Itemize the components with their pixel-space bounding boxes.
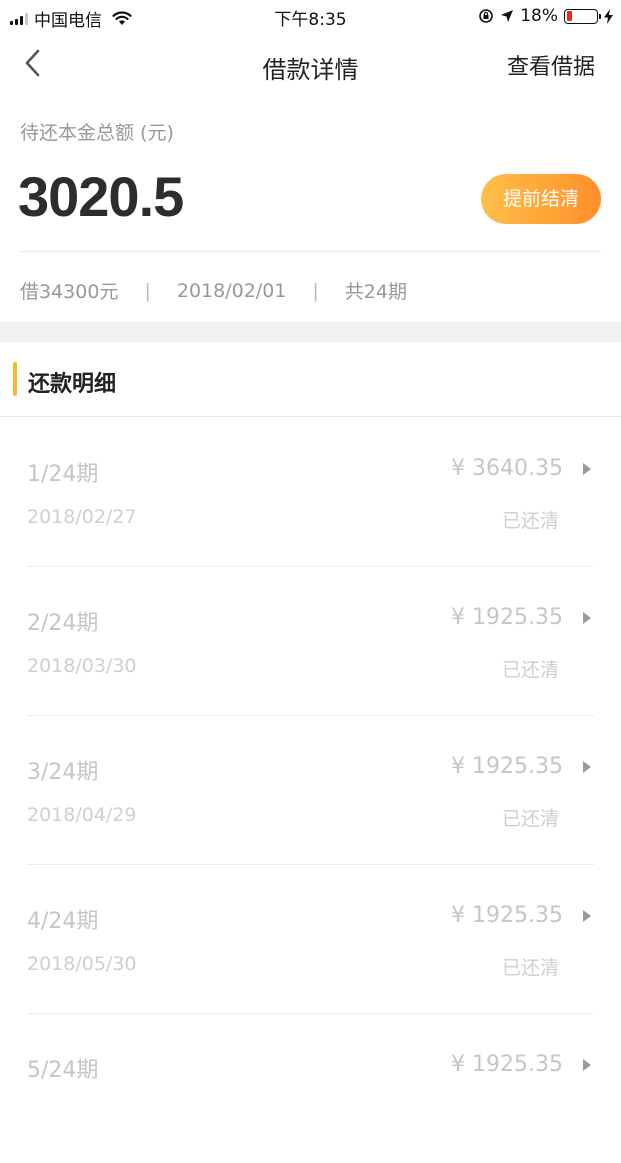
installment-amount: ¥ 1925.35 bbox=[451, 1052, 563, 1077]
installment-list: 1/24期 2018/02/27 ¥ 3640.35 已还清 2/24期 201… bbox=[0, 418, 621, 1163]
location-arrow-icon bbox=[501, 10, 514, 22]
nav-bar: 借款详情 查看借据 bbox=[0, 32, 621, 94]
installment-amount: ¥ 3640.35 bbox=[451, 456, 563, 481]
repayment-section-header: 还款明细 bbox=[0, 342, 621, 417]
meta-separator: | bbox=[144, 279, 151, 302]
installment-date: 2018/04/29 bbox=[27, 804, 137, 826]
installment-period: 2/24期 bbox=[27, 611, 99, 636]
loan-date: 2018/02/01 bbox=[176, 279, 287, 302]
status-bar: 中国电信 下午8:35 18% bbox=[0, 0, 621, 32]
summary-divider bbox=[20, 251, 601, 252]
section-title: 还款明细 bbox=[28, 372, 117, 397]
installment-amount: ¥ 1925.35 bbox=[451, 754, 563, 779]
meta-separator: | bbox=[312, 279, 319, 302]
installment-date: 2018/05/30 bbox=[27, 953, 137, 975]
installment-status: 已还清 bbox=[501, 659, 559, 681]
installment-amount: ¥ 1925.35 bbox=[451, 903, 563, 928]
battery-percent: 18% bbox=[520, 6, 558, 26]
installment-period: 4/24期 bbox=[27, 909, 99, 934]
chevron-right-icon bbox=[583, 1059, 591, 1071]
installment-row[interactable]: 3/24期 2018/04/29 ¥ 1925.35 已还清 bbox=[0, 716, 621, 865]
status-right: 18% bbox=[478, 6, 613, 26]
installment-amount: ¥ 1925.35 bbox=[451, 605, 563, 630]
installment-row[interactable]: 5/24期 ¥ 1925.35 bbox=[0, 1014, 621, 1163]
chevron-right-icon bbox=[583, 910, 591, 922]
charging-bolt-icon bbox=[604, 8, 613, 24]
section-gap bbox=[0, 322, 621, 342]
installment-period: 3/24期 bbox=[27, 760, 99, 785]
loan-meta: 借34300元 | 2018/02/01 | 共24期 bbox=[20, 277, 407, 304]
section-accent-bar bbox=[13, 362, 17, 396]
installment-period: 1/24期 bbox=[27, 462, 99, 487]
installment-row[interactable]: 2/24期 2018/03/30 ¥ 1925.35 已还清 bbox=[0, 567, 621, 716]
installment-status: 已还清 bbox=[501, 808, 559, 830]
outstanding-principal-amount: 3020.5 bbox=[18, 165, 184, 228]
chevron-right-icon bbox=[583, 463, 591, 475]
loan-amount: 借34300元 bbox=[20, 281, 119, 303]
battery-icon bbox=[564, 8, 601, 24]
loan-periods: 共24期 bbox=[344, 281, 407, 303]
installment-status: 已还清 bbox=[501, 510, 559, 532]
installment-period: 5/24期 bbox=[27, 1058, 99, 1083]
loan-summary: 待还本金总额 (元) 3020.5 提前结清 借34300元 | 2018/02… bbox=[0, 94, 621, 322]
chevron-right-icon bbox=[583, 761, 591, 773]
orientation-lock-icon bbox=[479, 9, 494, 23]
installment-date: 2018/03/30 bbox=[27, 655, 137, 677]
installment-row[interactable]: 1/24期 2018/02/27 ¥ 3640.35 已还清 bbox=[0, 418, 621, 567]
installment-date: 2018/02/27 bbox=[27, 506, 137, 528]
installment-row[interactable]: 4/24期 2018/05/30 ¥ 1925.35 已还清 bbox=[0, 865, 621, 1014]
outstanding-principal-label: 待还本金总额 (元) bbox=[20, 122, 174, 144]
view-receipt-link[interactable]: 查看借据 bbox=[507, 49, 595, 81]
chevron-right-icon bbox=[583, 612, 591, 624]
installment-status: 已还清 bbox=[501, 957, 559, 979]
early-settle-button[interactable]: 提前结清 bbox=[481, 174, 601, 224]
